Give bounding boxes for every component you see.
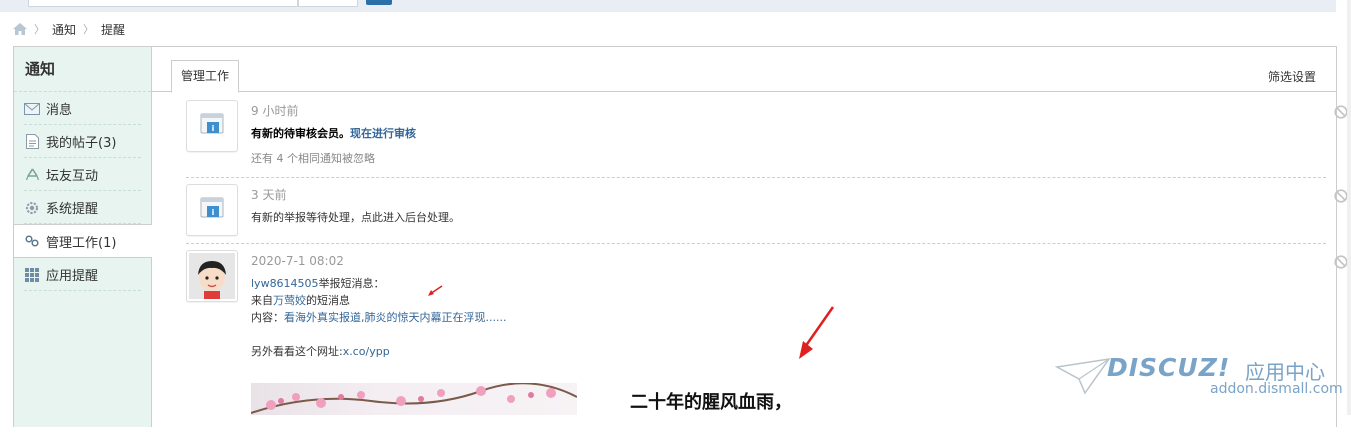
sidebar-item-interaction[interactable]: 坛友互动 bbox=[14, 158, 151, 191]
source-prefix: 来自 bbox=[251, 294, 273, 307]
report-notice-link[interactable]: 有新的举报等待处理，点此进入后台处理。 bbox=[251, 209, 1286, 226]
sender-user-link[interactable]: 万莺姣 bbox=[273, 294, 306, 307]
source-line: 来自万莺姣的短消息 bbox=[251, 292, 1286, 309]
annotation-arrow-icon bbox=[428, 285, 443, 296]
sidebar-item-apps[interactable]: 应用提醒 bbox=[14, 258, 151, 291]
breadcrumb-item-notice[interactable]: 通知 bbox=[52, 21, 76, 38]
url-prefix: 另外看看这个网址: bbox=[251, 345, 343, 358]
link-icon bbox=[24, 233, 40, 249]
sidebar-item-label: 坛友互动 bbox=[46, 169, 99, 184]
notice-body: 2020-7-1 08:02 lyw8614505举报短消息： 来自万莺姣的短消… bbox=[251, 253, 1286, 360]
breadcrumb-separator: 〉 bbox=[34, 23, 45, 36]
sidebar-item-label: 消息 bbox=[46, 103, 73, 118]
annotation-arrow-icon bbox=[799, 306, 835, 359]
svg-text:i: i bbox=[212, 208, 215, 217]
report-line-text: 举报短消息： bbox=[318, 277, 385, 290]
notice-time: 9 小时前 bbox=[251, 104, 299, 118]
filter-settings-link[interactable]: 筛选设置 bbox=[1268, 68, 1316, 85]
content-line: 内容：看海外真实报道,肺炎的惊天内幕正在浮现...... bbox=[251, 309, 1286, 326]
system-notice-icon: i bbox=[186, 184, 238, 236]
sidebar-item-label: 管理工作(1) bbox=[46, 235, 117, 251]
sidebar-item-messages[interactable]: 消息 bbox=[14, 92, 151, 125]
content-prefix: 内容： bbox=[251, 311, 284, 324]
search-input[interactable] bbox=[28, 0, 298, 7]
reporter-user-link[interactable]: lyw8614505 bbox=[251, 277, 319, 290]
breadcrumb-item-reminder[interactable]: 提醒 bbox=[101, 21, 125, 38]
grid-icon bbox=[24, 267, 40, 283]
notice-bold-text: 有新的待审核会员。 bbox=[251, 127, 350, 140]
source-suffix: 的短消息 bbox=[306, 294, 350, 307]
avatar[interactable] bbox=[186, 250, 238, 302]
sidebar-item-management[interactable]: 管理工作(1) bbox=[14, 224, 152, 258]
top-search-bar bbox=[0, 0, 1336, 12]
discuz-watermark: DISCUZ! 应用中心 addon.dismall.com bbox=[1055, 353, 1345, 403]
sidebar-item-my-posts[interactable]: 我的帖子(3) bbox=[14, 125, 151, 158]
embedded-spam-image bbox=[251, 383, 577, 415]
sidebar-title: 通知 bbox=[14, 47, 151, 92]
notice-time: 3 天前 bbox=[251, 188, 287, 202]
content-link[interactable]: 看海外真实报道,肺炎的惊天内幕正在浮现...... bbox=[284, 311, 506, 324]
ignored-count-text: 还有 4 个相同通知被忽略 bbox=[251, 152, 375, 165]
watermark-brand: DISCUZ! bbox=[1107, 353, 1231, 382]
sidebar-item-label: 系统提醒 bbox=[46, 202, 99, 217]
recycle-icon bbox=[24, 167, 40, 183]
notice-body: 9 小时前 有新的待审核会员。现在进行审核 还有 4 个相同通知被忽略 bbox=[251, 103, 1286, 166]
sidebar-item-label: 我的帖子(3) bbox=[46, 136, 117, 151]
tab-management[interactable]: 管理工作 bbox=[171, 60, 239, 93]
notice-body: 3 天前 有新的举报等待处理，点此进入后台处理。 bbox=[251, 187, 1286, 226]
paper-plane-icon bbox=[1055, 357, 1111, 395]
watermark-domain: addon.dismall.com bbox=[1210, 381, 1343, 397]
home-icon[interactable] bbox=[13, 23, 27, 35]
ignore-notice-icon[interactable] bbox=[1334, 255, 1348, 269]
sidebar: 通知 消息 我的帖子(3) 坛友互动 系统提醒 管理工作(1) 应用提醒 bbox=[14, 47, 152, 427]
scrollbar[interactable] bbox=[1347, 0, 1351, 415]
notice-text: 有新的待审核会员。现在进行审核 bbox=[251, 125, 1286, 142]
breadcrumb-separator: 〉 bbox=[83, 23, 95, 36]
notice-item: i 9 小时前 有新的待审核会员。现在进行审核 还有 4 个相同通知被忽略 bbox=[186, 93, 1348, 178]
envelope-icon bbox=[24, 101, 40, 117]
review-now-link[interactable]: 现在进行审核 bbox=[350, 127, 416, 140]
breadcrumb: 〉 通知 〉 提醒 bbox=[13, 20, 125, 38]
svg-text:i: i bbox=[212, 124, 215, 133]
ignore-notice-icon[interactable] bbox=[1334, 105, 1348, 119]
tab-bar: 管理工作 筛选设置 bbox=[152, 47, 1336, 93]
spam-url-link[interactable]: x.co/ypp bbox=[343, 345, 390, 358]
ignore-notice-icon[interactable] bbox=[1334, 189, 1348, 203]
system-notice-icon: i bbox=[186, 100, 238, 152]
search-scope-select[interactable] bbox=[298, 0, 358, 7]
sidebar-item-label: 应用提醒 bbox=[46, 269, 99, 284]
sidebar-item-system[interactable]: 系统提醒 bbox=[14, 191, 151, 224]
notice-time: 2020-7-1 08:02 bbox=[251, 254, 344, 268]
report-line: lyw8614505举报短消息： bbox=[251, 275, 1286, 292]
spam-image-text: 二十年的腥风血雨， bbox=[630, 392, 792, 413]
search-button[interactable] bbox=[366, 0, 392, 5]
gear-icon bbox=[24, 200, 40, 216]
document-icon bbox=[24, 134, 40, 150]
notice-item: i 3 天前 有新的举报等待处理，点此进入后台处理。 bbox=[186, 177, 1348, 244]
